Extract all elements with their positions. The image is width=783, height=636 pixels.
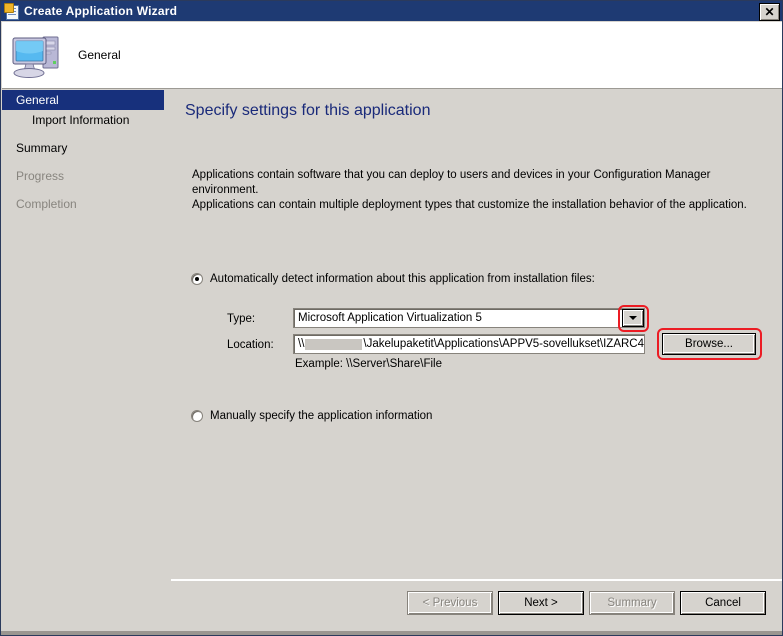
radio-manual-label: Manually specify the application informa… — [210, 410, 433, 422]
previous-button: < Previous — [407, 591, 493, 615]
radio-automatic-label: Automatically detect information about t… — [210, 273, 595, 285]
footer-divider — [171, 579, 782, 581]
create-application-wizard-window: Create Application Wizard ✕ General Gene… — [0, 0, 783, 636]
browse-button[interactable]: Browse... — [662, 333, 756, 355]
wizard-content-panel: Specify settings for this application Ap… — [171, 90, 782, 635]
radio-manual-specify[interactable]: Manually specify the application informa… — [191, 410, 432, 422]
intro-paragraph: Applications contain software that you c… — [192, 168, 772, 213]
location-suffix: \Jakelupaketit\Applications\APPV5-sovell… — [363, 338, 644, 350]
intro-line-1: Applications contain software that you c… — [192, 169, 711, 196]
location-label: Location: — [227, 339, 274, 351]
radio-manual-indicator — [191, 410, 203, 422]
location-input[interactable]: \\ \Jakelupaketit\Applications\APPV5-sove… — [293, 334, 645, 354]
location-prefix: \\ — [298, 338, 305, 350]
wizard-header: General — [2, 22, 782, 89]
intro-line-2: Applications can contain multiple deploy… — [192, 199, 747, 211]
summary-button: Summary — [589, 591, 675, 615]
type-combobox[interactable]: Microsoft Application Virtualization 5 — [293, 308, 645, 328]
sidebar-item-import-information[interactable]: Import Information — [2, 110, 164, 130]
chevron-down-glyph — [629, 316, 637, 320]
sidebar-item-general[interactable]: General — [2, 90, 164, 110]
wizard-step-nav: General Import Information Summary Progr… — [2, 90, 164, 635]
wizard-document-icon — [4, 3, 20, 20]
footer-button-bar: < Previous Next > Summary Cancel — [171, 586, 782, 635]
next-button[interactable]: Next > — [498, 591, 584, 615]
page-title: Specify settings for this application — [185, 102, 431, 119]
radio-automatic-detect[interactable]: Automatically detect information about t… — [191, 273, 595, 285]
sidebar-item-summary[interactable]: Summary — [2, 138, 164, 158]
window-title: Create Application Wizard — [24, 4, 178, 18]
wizard-body: General Import Information Summary Progr… — [2, 90, 782, 635]
type-value: Microsoft Application Virtualization 5 — [298, 312, 482, 324]
radio-automatic-indicator — [191, 273, 203, 285]
sidebar-item-completion: Completion — [16, 197, 77, 211]
sidebar-item-progress: Progress — [16, 169, 65, 183]
header-title: General — [78, 48, 121, 62]
close-icon[interactable]: ✕ — [759, 3, 780, 21]
location-example-text: Example: \\Server\Share\File — [295, 358, 443, 370]
title-bar: Create Application Wizard ✕ — [1, 1, 782, 21]
status-bar — [1, 631, 782, 635]
location-redaction-block — [305, 338, 363, 350]
chevron-down-icon[interactable] — [622, 309, 644, 327]
type-label: Type: — [227, 313, 256, 325]
computer-icon — [10, 30, 64, 80]
cancel-button[interactable]: Cancel — [680, 591, 766, 615]
